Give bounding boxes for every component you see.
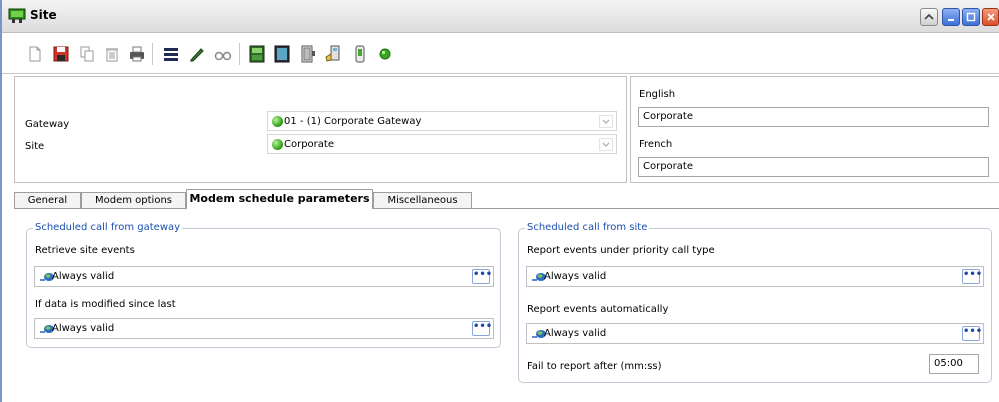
- window-title: Site: [30, 8, 57, 22]
- modified-since-label: If data is modified since last: [35, 299, 176, 310]
- report-automatically-schedule-field[interactable]: Always valid •••: [526, 323, 984, 344]
- tab-modem-options[interactable]: Modem options: [81, 192, 186, 209]
- tab-modem-schedule-parameters[interactable]: Modem schedule parameters: [186, 189, 373, 209]
- site-value: Corporate: [284, 139, 334, 150]
- copy-icon[interactable]: [78, 45, 96, 63]
- report-automatically-value: Always valid: [544, 328, 607, 339]
- hand-device-icon[interactable]: [324, 45, 342, 63]
- gateway-call-group: Scheduled call from gateway Retrieve sit…: [26, 222, 501, 348]
- chevron-down-icon[interactable]: [599, 115, 613, 128]
- minimize-icon: [948, 19, 954, 21]
- delete-icon[interactable]: [103, 45, 121, 63]
- list-icon[interactable]: [162, 45, 180, 63]
- english-label: English: [639, 89, 676, 100]
- retrieve-events-value: Always valid: [52, 271, 115, 282]
- toolbar-separator: [239, 43, 240, 65]
- tab-general[interactable]: General: [14, 192, 81, 209]
- site-group-title: Scheduled call from site: [525, 222, 650, 233]
- close-button[interactable]: [982, 8, 999, 26]
- retrieve-events-label: Retrieve site events: [35, 245, 135, 256]
- print-icon[interactable]: [128, 45, 146, 63]
- tab-divider: [14, 208, 999, 209]
- site-select[interactable]: Corporate: [267, 134, 617, 154]
- french-label: French: [639, 139, 673, 150]
- gateway-value: 01 - (1) Corporate Gateway: [284, 116, 422, 127]
- site-details-panel: Gateway 01 - (1) Corporate Gateway Site …: [14, 76, 627, 183]
- report-automatically-label: Report events automatically: [527, 304, 669, 315]
- english-name-field[interactable]: Corporate: [638, 107, 989, 127]
- priority-call-schedule-field[interactable]: Always valid •••: [526, 266, 984, 287]
- fail-to-report-time-field[interactable]: 05:00: [929, 354, 979, 374]
- edit-icon[interactable]: [188, 45, 206, 63]
- toolbar-separator: [152, 43, 153, 65]
- status-dot-icon: [272, 139, 283, 150]
- minimize-button[interactable]: [942, 8, 960, 26]
- status-icon[interactable]: [376, 45, 394, 63]
- fail-to-report-label: Fail to report after (mm:ss): [527, 361, 662, 372]
- new-icon[interactable]: [26, 45, 44, 63]
- maximize-icon: [966, 12, 976, 22]
- modified-since-schedule-field[interactable]: Always valid •••: [34, 318, 494, 339]
- find-icon[interactable]: [214, 45, 232, 63]
- status-dot-icon: [272, 116, 283, 127]
- reader-icon[interactable]: [351, 45, 369, 63]
- gateway-label: Gateway: [25, 119, 70, 130]
- gateway-select[interactable]: 01 - (1) Corporate Gateway: [267, 111, 617, 131]
- chevron-down-icon[interactable]: [599, 138, 613, 151]
- maximize-button[interactable]: [962, 8, 980, 26]
- priority-call-value: Always valid: [544, 271, 607, 282]
- controller-icon[interactable]: [248, 45, 266, 63]
- panel-icon[interactable]: [273, 45, 291, 63]
- retrieve-events-browse-button[interactable]: •••: [472, 269, 492, 284]
- modified-since-value: Always valid: [52, 323, 115, 334]
- site-label: Site: [25, 141, 45, 152]
- site-name-panel: English Corporate French Corporate: [630, 76, 999, 183]
- chevron-up-icon: [924, 13, 934, 20]
- save-icon[interactable]: [52, 45, 70, 63]
- gateway-group-title: Scheduled call from gateway: [33, 222, 183, 233]
- site-app-icon: [8, 8, 26, 23]
- door-icon[interactable]: [299, 45, 317, 63]
- restore-button[interactable]: [920, 8, 938, 26]
- retrieve-events-schedule-field[interactable]: Always valid •••: [34, 266, 494, 287]
- tab-miscellaneous[interactable]: Miscellaneous: [373, 192, 472, 209]
- close-icon: [987, 13, 995, 21]
- site-window: Site Gateway 01 - (1) Corporate Gateway …: [0, 0, 999, 402]
- modified-since-browse-button[interactable]: •••: [472, 321, 492, 336]
- french-name-field[interactable]: Corporate: [638, 157, 989, 177]
- priority-call-label: Report events under priority call type: [527, 245, 715, 256]
- title-bar: Site: [2, 0, 999, 33]
- site-call-group: Scheduled call from site Report events u…: [518, 222, 992, 383]
- toolbar: [2, 33, 999, 74]
- priority-call-browse-button[interactable]: •••: [962, 269, 982, 284]
- report-automatically-browse-button[interactable]: •••: [962, 326, 982, 341]
